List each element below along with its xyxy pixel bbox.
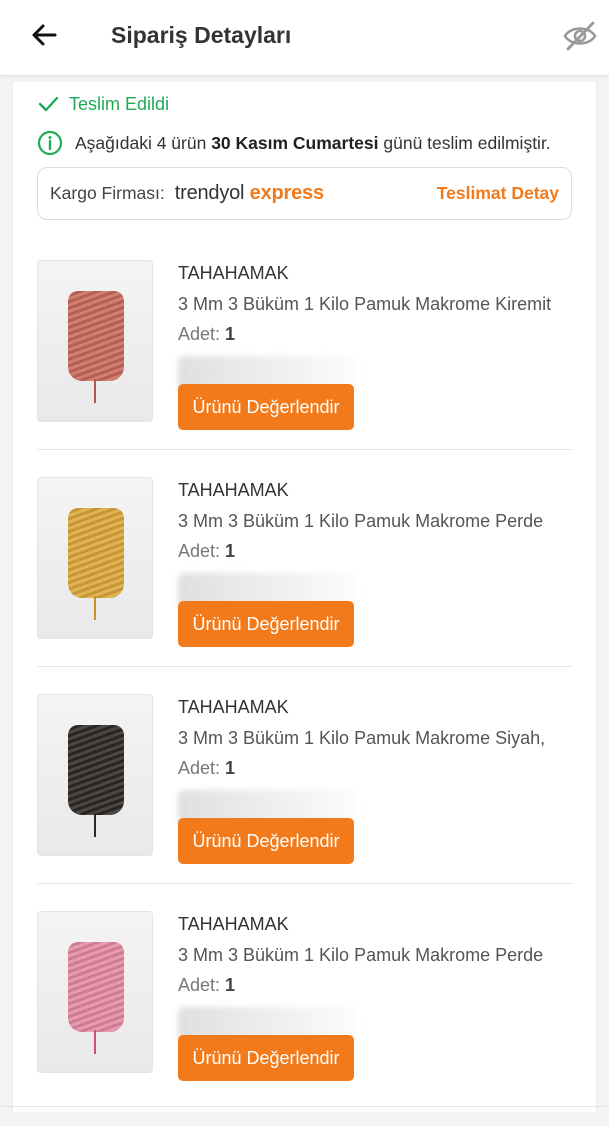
page-title: Sipariş Detayları <box>111 22 292 48</box>
divider <box>37 883 572 884</box>
rate-product-button[interactable]: Ürünü Değerlendir <box>178 818 354 864</box>
app-header: Sipariş Detayları <box>0 0 609 76</box>
rate-product-button[interactable]: Ürünü Değerlendir <box>178 1035 354 1081</box>
product-image[interactable] <box>37 694 153 856</box>
product-item: TAHAHAMAK 3 Mm 3 Büküm 1 Kilo Pamuk Makr… <box>37 694 572 911</box>
cargo-box: Kargo Firması: trendyol express Teslimat… <box>37 167 572 220</box>
divider <box>37 666 572 667</box>
quantity: Adet: 1 <box>178 975 236 995</box>
delivery-info: Aşağıdaki 4 ürün 30 Kasım Cumartesi günü… <box>37 130 551 156</box>
delivery-detail-link[interactable]: Teslimat Detay <box>437 183 559 204</box>
product-image[interactable] <box>37 260 153 422</box>
seller-name: TAHAHAMAK <box>178 480 289 500</box>
product-item: TAHAHAMAK 3 Mm 3 Büküm 1 Kilo Pamuk Makr… <box>37 477 572 694</box>
quantity: Adet: 1 <box>178 324 236 344</box>
seller-name: TAHAHAMAK <box>178 914 289 934</box>
delivery-info-text: Aşağıdaki 4 ürün 30 Kasım Cumartesi günü… <box>75 132 551 153</box>
arrow-left-icon <box>32 24 57 46</box>
product-item: TAHAHAMAK 3 Mm 3 Büküm 1 Kilo Pamuk Makr… <box>37 911 572 1126</box>
check-icon <box>38 96 59 112</box>
rate-product-button[interactable]: Ürünü Değerlendir <box>178 384 354 430</box>
product-name[interactable]: 3 Mm 3 Büküm 1 Kilo Pamuk Makrome Perde <box>178 511 572 532</box>
rate-product-button[interactable]: Ürünü Değerlendir <box>178 601 354 647</box>
cargo-label: Kargo Firması: <box>50 183 165 203</box>
product-item: TAHAHAMAK 3 Mm 3 Büküm 1 Kilo Pamuk Makr… <box>37 260 572 477</box>
divider <box>0 1106 609 1107</box>
cargo-brand-logo: trendyol express <box>174 182 324 204</box>
back-button[interactable] <box>26 18 62 54</box>
status-label: Teslim Edildi <box>69 93 170 114</box>
seller-name: TAHAHAMAK <box>178 697 289 717</box>
product-image[interactable] <box>37 477 153 639</box>
product-image[interactable] <box>37 911 153 1073</box>
hide-prices-button[interactable] <box>560 16 600 56</box>
product-name[interactable]: 3 Mm 3 Büküm 1 Kilo Pamuk Makrome Kiremi… <box>178 294 572 315</box>
seller-name: TAHAHAMAK <box>178 263 289 283</box>
product-name[interactable]: 3 Mm 3 Büküm 1 Kilo Pamuk Makrome Siyah, <box>178 728 572 749</box>
quantity: Adet: 1 <box>178 758 236 778</box>
delivery-status: Teslim Edildi <box>37 92 169 116</box>
info-circle-icon <box>37 130 63 156</box>
product-name[interactable]: 3 Mm 3 Büküm 1 Kilo Pamuk Makrome Perde <box>178 945 572 966</box>
eye-off-icon <box>563 21 597 51</box>
delivery-date: 30 Kasım Cumartesi <box>211 132 379 153</box>
divider <box>37 449 572 450</box>
quantity: Adet: 1 <box>178 541 236 561</box>
